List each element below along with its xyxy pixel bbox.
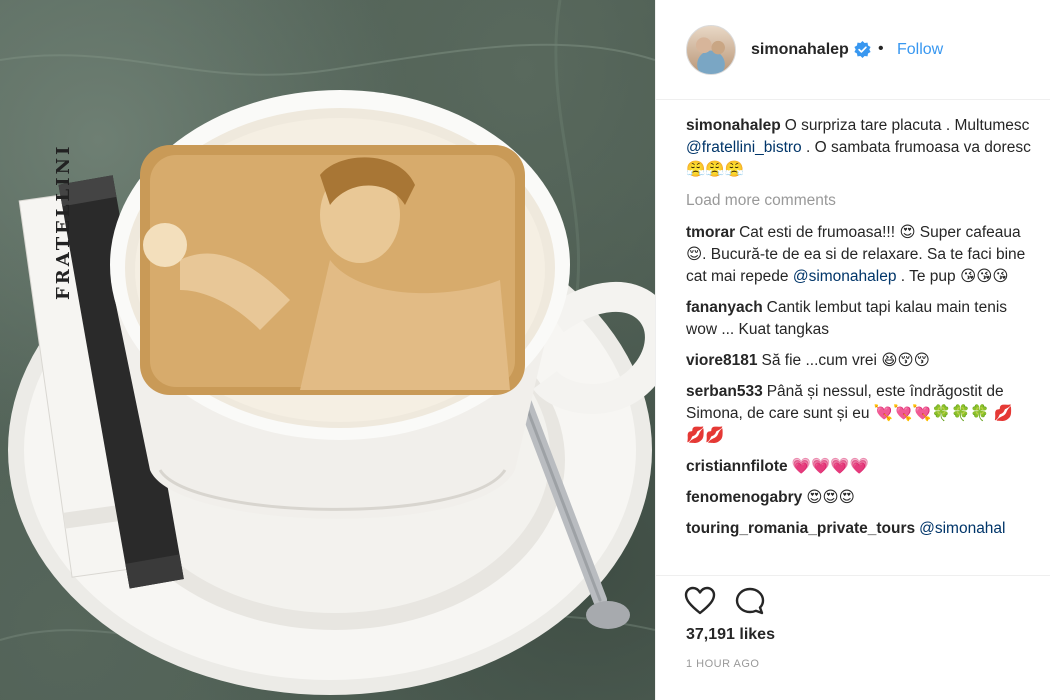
comment-item: cristiannfilote 💗💗💗💗 xyxy=(686,456,1031,478)
comment-bubble-icon[interactable] xyxy=(734,586,766,616)
comment-item: tmorar Cat esti de frumoasa!!! 😍 Super ca… xyxy=(686,222,1031,288)
comment-item: fananyach Cantik lembut tapi kalau main t… xyxy=(686,297,1031,341)
comment-username[interactable]: cristiannfilote xyxy=(686,458,788,475)
comment-item: viore8181 Să fie ...cum vrei 😆😚😚 xyxy=(686,350,1031,372)
caption-mention[interactable]: @fratellini_bistro xyxy=(686,139,802,156)
comment-text: 😍😍😍 xyxy=(806,489,855,506)
avatar[interactable] xyxy=(686,25,736,75)
post-photo[interactable]: FRATELLINI xyxy=(0,0,655,700)
post-side-panel: simonahalep • Follow simonahalep O surpri… xyxy=(655,0,1050,700)
comment-mention[interactable]: @simonahalep xyxy=(793,268,897,285)
comment-text: Să fie ...cum vrei 😆😚😚 xyxy=(761,352,930,369)
comment-item: fenomenogabry 😍😍😍 xyxy=(686,487,1031,509)
comment-username[interactable]: fananyach xyxy=(686,299,763,316)
likes-count[interactable]: 37,191 likes xyxy=(686,626,775,644)
caption-text-before: O surpriza tare placuta . Multumesc xyxy=(784,117,1030,134)
comment-username[interactable]: touring_romania_private_tours xyxy=(686,520,915,537)
post-timestamp[interactable]: 1 HOUR AGO xyxy=(686,658,759,670)
comment-username[interactable]: serban533 xyxy=(686,383,763,400)
like-heart-icon[interactable] xyxy=(684,586,716,616)
comment-username[interactable]: viore8181 xyxy=(686,352,758,369)
post-header: simonahalep • Follow xyxy=(656,0,1050,100)
follow-button[interactable]: Follow xyxy=(897,41,943,59)
comment-mention[interactable]: @simonahal xyxy=(919,520,1005,537)
coffee-cup-illustration xyxy=(0,0,655,695)
comment-text: 💗💗💗💗 xyxy=(791,458,869,475)
post-username[interactable]: simonahalep xyxy=(751,41,849,59)
caption-username[interactable]: simonahalep xyxy=(686,117,781,134)
comment-username[interactable]: tmorar xyxy=(686,224,735,241)
verified-badge-icon xyxy=(854,41,871,58)
separator-dot: • xyxy=(878,40,884,57)
sugar-brand-text: FRATELLINI xyxy=(53,144,74,300)
comments-list[interactable]: simonahalep O surpriza tare placuta . Mul… xyxy=(686,115,1031,577)
comment-username[interactable]: fenomenogabry xyxy=(686,489,802,506)
post-actions: 37,191 likes 1 HOUR AGO xyxy=(656,575,1050,700)
comment-tail: . Te pup 😘😘😘 xyxy=(896,268,1009,285)
comment-item: serban533 Până și nessul, este îndrăgosti… xyxy=(686,381,1031,447)
caption: simonahalep O surpriza tare placuta . Mul… xyxy=(686,115,1031,181)
comment-item: touring_romania_private_tours @simonahal xyxy=(686,518,1031,540)
load-more-comments-button[interactable]: Load more comments xyxy=(686,190,1031,212)
